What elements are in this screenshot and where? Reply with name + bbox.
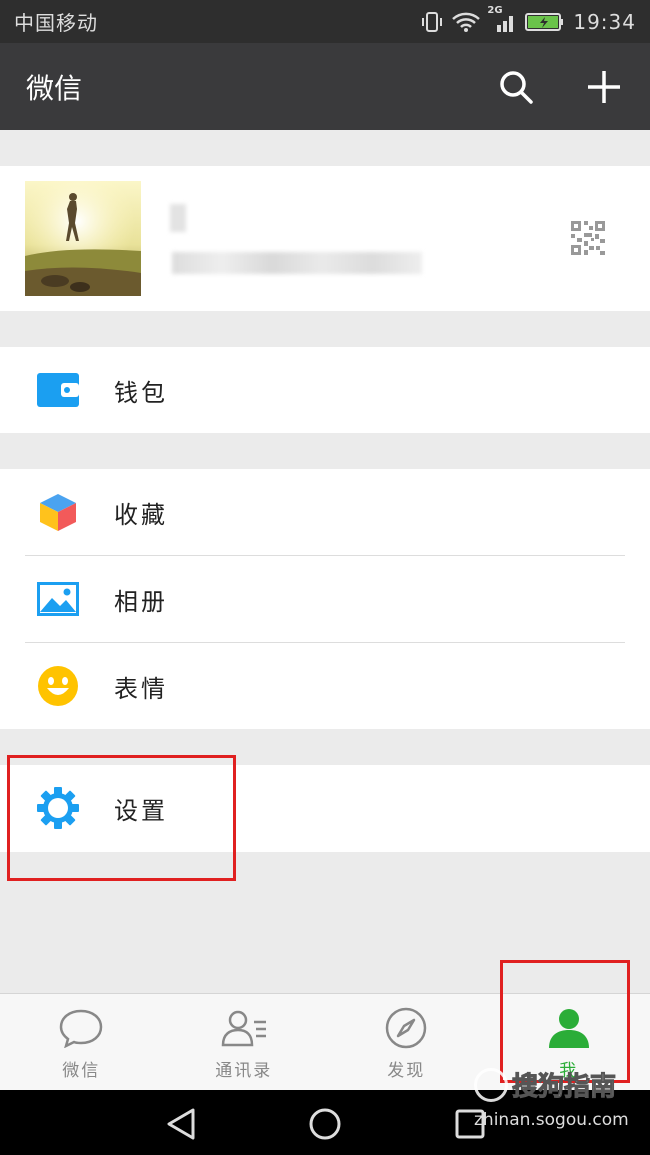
cube-icon: [37, 491, 79, 533]
sogou-logo-icon: [474, 1068, 508, 1102]
menu-label-favorites: 收藏: [114, 500, 168, 529]
back-button[interactable]: [163, 1106, 199, 1142]
tab-contacts[interactable]: 通讯录: [163, 994, 326, 1090]
header-actions: [496, 67, 624, 107]
menu-label-stickers: 表情: [114, 674, 168, 703]
profile-id-blurred: [172, 252, 422, 274]
status-bar: 中国移动 2G 19:34: [0, 0, 650, 43]
home-circle-icon: [309, 1108, 341, 1140]
carrier-name: 中国移动: [14, 11, 98, 35]
profile-name-blurred: [170, 204, 186, 232]
menu-item-stickers[interactable]: 表情: [0, 643, 650, 729]
highlight-box-me-tab: [500, 960, 630, 1083]
highlight-box-settings: [7, 755, 236, 881]
add-button[interactable]: [584, 67, 624, 107]
menu-label-album: 相册: [114, 587, 168, 616]
clock: 19:34: [573, 9, 636, 34]
menu-item-wallet[interactable]: 钱包: [0, 347, 650, 433]
tab-label: 微信: [62, 1061, 101, 1081]
back-triangle-icon: [167, 1108, 195, 1140]
network-type: 2G: [487, 4, 503, 16]
home-button[interactable]: [307, 1106, 343, 1142]
watermark-domain: zhinan.sogou.com: [474, 1110, 629, 1130]
photo-icon: [37, 578, 79, 620]
tab-label: 通讯录: [215, 1061, 273, 1081]
smiley-icon: [37, 665, 79, 707]
wallet-section: 钱包: [0, 347, 650, 433]
vibrate-icon: [422, 11, 443, 32]
menu-label-wallet: 钱包: [114, 378, 168, 407]
app-header: 微信: [0, 43, 650, 130]
search-button[interactable]: [496, 67, 536, 107]
wallet-icon: [37, 369, 79, 411]
search-icon: [500, 70, 533, 104]
battery-icon: [525, 12, 564, 31]
signal-icon: 2G: [487, 5, 517, 33]
compass-icon: [382, 1006, 430, 1050]
menu-item-album[interactable]: 相册: [0, 556, 650, 642]
wifi-icon: [452, 12, 481, 32]
tab-chats[interactable]: 微信: [0, 994, 163, 1090]
chat-bubble-icon: [57, 1006, 105, 1050]
profile-card[interactable]: [0, 166, 650, 311]
qr-code-icon: [571, 221, 605, 255]
watermark: 搜狗指南 zhinan.sogou.com: [474, 1066, 644, 1146]
page-title: 微信: [26, 71, 83, 105]
tab-label: 发现: [387, 1061, 426, 1081]
watermark-brand: 搜狗指南: [511, 1072, 617, 1103]
contacts-icon: [220, 1006, 268, 1050]
collections-section: 收藏 相册 表情: [0, 469, 650, 729]
menu-item-favorites[interactable]: 收藏: [0, 469, 650, 555]
status-icons: 2G 19:34: [421, 5, 636, 34]
tab-discover[interactable]: 发现: [325, 994, 488, 1090]
plus-icon: [588, 70, 620, 103]
avatar: [25, 181, 141, 296]
